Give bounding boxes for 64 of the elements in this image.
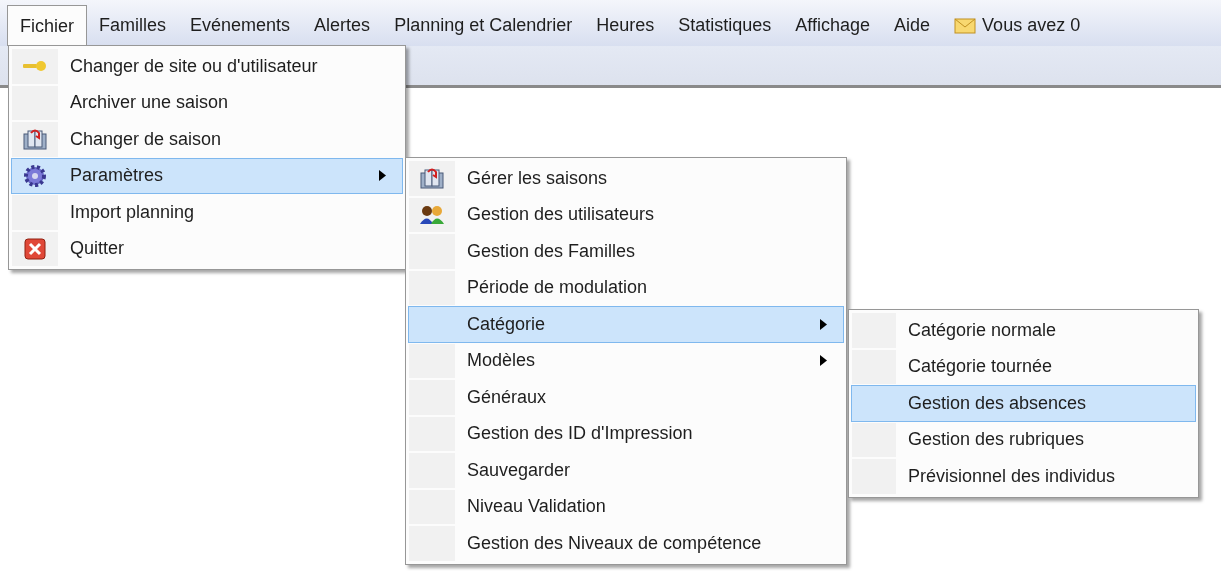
menu-item-label: Période de modulation (466, 276, 649, 300)
submenu-arrow-icon (820, 318, 827, 330)
menu-item-label: Gestion des Familles (466, 239, 637, 263)
menu-item[interactable]: Gestion des absences (851, 385, 1196, 422)
menu-item[interactable]: Gérer les saisons (408, 160, 844, 197)
book-icon (420, 167, 444, 190)
menu-bar-item[interactable]: Alertes (302, 5, 383, 46)
envelope-icon (954, 17, 977, 34)
menu-item[interactable]: Changer de saison (11, 121, 403, 158)
menu-item[interactable]: Import planning (11, 194, 403, 231)
menu-item-label: Gestion des rubriques (907, 428, 1086, 452)
menu-bar-item[interactable]: Fichier (7, 5, 87, 46)
users-icon (420, 204, 444, 225)
menu-item-label: Gestion des Niveaux de compétence (466, 531, 763, 555)
menu-item-label: Changer de saison (69, 127, 223, 151)
close-icon (24, 237, 46, 260)
menu-item-label: Gestion des utilisateurs (466, 203, 656, 227)
menu-bar-item[interactable]: Vous avez 0 (942, 5, 1093, 46)
submenu-arrow-icon (820, 355, 827, 367)
menu-item[interactable]: Gestion des rubriques (851, 421, 1196, 458)
menu-bar-item[interactable]: Statistiques (666, 5, 784, 46)
menu-item[interactable]: Catégorie tournée (851, 348, 1196, 385)
menu-item-label: Catégorie tournée (907, 355, 1054, 379)
menu-item[interactable]: Généraux (408, 379, 844, 416)
menu-item[interactable]: Niveau Validation (408, 488, 844, 525)
menu-bar-item[interactable]: Heures (584, 5, 667, 46)
key-icon (23, 61, 47, 72)
menu-item-label: Gérer les saisons (466, 166, 609, 190)
menu-item-label: Catégorie normale (907, 318, 1058, 342)
menu-bar-item[interactable]: Aide (882, 5, 943, 46)
menu-item-label: Généraux (466, 385, 548, 409)
submenu-arrow-icon (379, 170, 386, 182)
menu-item[interactable]: Gestion des ID d'Impression (408, 415, 844, 452)
gear-icon (23, 163, 47, 188)
menu-item[interactable]: Catégorie normale (851, 312, 1196, 349)
menu-item[interactable]: Prévisionnel des individus (851, 458, 1196, 495)
menu-item[interactable]: Modèles (408, 342, 844, 379)
menu-item-label: Sauvegarder (466, 458, 572, 482)
menu-item-label: Paramètres (69, 164, 165, 188)
menu-item[interactable]: Archiver une saison (11, 84, 403, 121)
menu-item[interactable]: Changer de site ou d'utilisateur (11, 48, 403, 85)
menu-item-label: Prévisionnel des individus (907, 464, 1117, 488)
menu-item[interactable]: Paramètres (11, 157, 403, 194)
menu-bar-item[interactable]: Familles (87, 5, 179, 46)
menu-item-label: Gestion des ID d'Impression (466, 422, 694, 446)
menu-item-label: Quitter (69, 237, 126, 261)
menu-bar-item[interactable]: Evénements (178, 5, 303, 46)
menu-item-label: Gestion des absences (907, 391, 1088, 415)
menu-item-label: Archiver une saison (69, 91, 230, 115)
menu-item[interactable]: Gestion des Niveaux de compétence (408, 525, 844, 562)
menu-item-label: Niveau Validation (466, 495, 607, 519)
menu-item[interactable]: Catégorie (408, 306, 844, 343)
menu-item-label: Changer de site ou d'utilisateur (69, 54, 319, 78)
menu-item[interactable]: Quitter (11, 230, 403, 267)
book-icon (23, 128, 47, 151)
menu-item-label: Catégorie (466, 312, 547, 336)
menu-item[interactable]: Sauvegarder (408, 452, 844, 489)
menu-item[interactable]: Gestion des utilisateurs (408, 196, 844, 233)
menu-item-label: Modèles (466, 349, 537, 373)
menu-bar-item[interactable]: Planning et Calendrier (382, 5, 585, 46)
menu-item[interactable]: Gestion des Familles (408, 233, 844, 270)
menu-item-label: Import planning (69, 200, 196, 224)
menu-item[interactable]: Période de modulation (408, 269, 844, 306)
menu-bar-item[interactable]: Affichage (783, 5, 883, 46)
